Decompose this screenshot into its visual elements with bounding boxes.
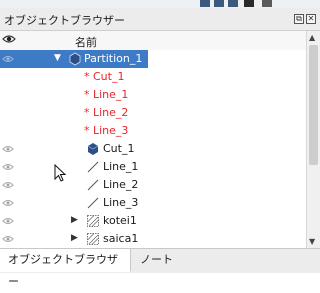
visibility-toggle-icon[interactable] bbox=[2, 162, 14, 175]
scroll-down-icon[interactable]: ▼ bbox=[309, 237, 315, 246]
visibility-toggle-icon[interactable] bbox=[2, 198, 14, 211]
tree-row-pending[interactable]: * Line_1 bbox=[0, 86, 306, 104]
close-panel-button[interactable]: ✕ bbox=[306, 14, 316, 24]
solid-icon bbox=[86, 142, 100, 156]
tree-row-kotei1[interactable]: ▶ kotei1 bbox=[0, 212, 306, 230]
mouse-cursor-icon bbox=[54, 163, 67, 185]
tree-row-line-1[interactable]: Line_1 bbox=[0, 158, 306, 176]
tab-notes[interactable]: ノート bbox=[132, 249, 181, 271]
scrollbar-thumb[interactable] bbox=[309, 45, 318, 165]
dock-tab-bar: オブジェクトブラウザー ノート bbox=[0, 248, 320, 288]
toolbar-icon[interactable] bbox=[244, 0, 254, 7]
toolbar-strip bbox=[0, 0, 320, 8]
panel-title-bar: オブジェクトブラウザー ⧉ ✕ bbox=[0, 8, 320, 31]
tree-row-line-3[interactable]: Line_3 bbox=[0, 194, 306, 212]
float-panel-button[interactable]: ⧉ bbox=[294, 14, 304, 24]
tree-item-label: * Line_3 bbox=[84, 124, 129, 137]
toolbar-icon[interactable] bbox=[262, 0, 272, 7]
visibility-toggle-icon[interactable] bbox=[2, 180, 14, 193]
toolbar-icon[interactable] bbox=[214, 0, 224, 7]
line-icon bbox=[86, 160, 100, 174]
tree-item-label: kotei1 bbox=[103, 214, 137, 227]
tab-object-browser[interactable]: オブジェクトブラウザー bbox=[0, 249, 131, 288]
tree-item-label: Partition_1 bbox=[84, 52, 143, 65]
expand-arrow-icon[interactable]: ▶ bbox=[71, 215, 78, 225]
visibility-toggle-icon[interactable] bbox=[2, 234, 14, 247]
scroll-up-icon[interactable]: ▲ bbox=[309, 33, 315, 42]
group-icon bbox=[86, 214, 100, 228]
line-icon bbox=[86, 196, 100, 210]
tree-row-cut-1[interactable]: Cut_1 bbox=[0, 140, 306, 158]
tree-item-label: Line_2 bbox=[103, 178, 139, 191]
name-column-header[interactable]: 名前 bbox=[75, 34, 97, 50]
tree-header: 名前 bbox=[0, 31, 306, 51]
object-tree[interactable]: ▼ Partition_1 * Cut_1 * Line_1 * Line_2 … bbox=[0, 50, 306, 248]
expand-arrow-icon[interactable]: ▼ bbox=[54, 53, 61, 63]
toolbar-icon[interactable] bbox=[228, 0, 238, 7]
toolbar-icon[interactable] bbox=[200, 0, 210, 7]
tree-row-saica1[interactable]: ▶ saica1 bbox=[0, 230, 306, 248]
visibility-toggle-icon[interactable] bbox=[2, 216, 14, 229]
tree-item-label: Line_1 bbox=[103, 160, 139, 173]
tree-item-label: saica1 bbox=[103, 232, 139, 245]
visibility-toggle-icon[interactable] bbox=[2, 54, 14, 67]
eye-icon[interactable] bbox=[2, 33, 16, 48]
tree-item-label: Line_3 bbox=[103, 196, 139, 209]
tree-row-pending[interactable]: * Cut_1 bbox=[0, 68, 306, 86]
tree-row-partition-1[interactable]: ▼ Partition_1 bbox=[0, 50, 306, 68]
tree-item-label: * Cut_1 bbox=[84, 70, 125, 83]
partition-icon bbox=[68, 52, 82, 66]
tree-row-line-2[interactable]: Line_2 bbox=[0, 176, 306, 194]
expand-arrow-icon[interactable]: ▶ bbox=[71, 233, 78, 243]
group-icon bbox=[86, 232, 100, 246]
visibility-toggle-icon[interactable] bbox=[2, 144, 14, 157]
panel-title: オブジェクトブラウザー bbox=[4, 14, 125, 27]
tree-item-label: * Line_2 bbox=[84, 106, 129, 119]
tree-item-label: * Line_1 bbox=[84, 88, 129, 101]
tree-row-pending[interactable]: * Line_3 bbox=[0, 122, 306, 140]
vertical-scrollbar[interactable]: ▲ ▼ bbox=[306, 31, 320, 248]
line-icon bbox=[86, 178, 100, 192]
tree-item-label: Cut_1 bbox=[103, 142, 135, 155]
tree-row-pending[interactable]: * Line_2 bbox=[0, 104, 306, 122]
